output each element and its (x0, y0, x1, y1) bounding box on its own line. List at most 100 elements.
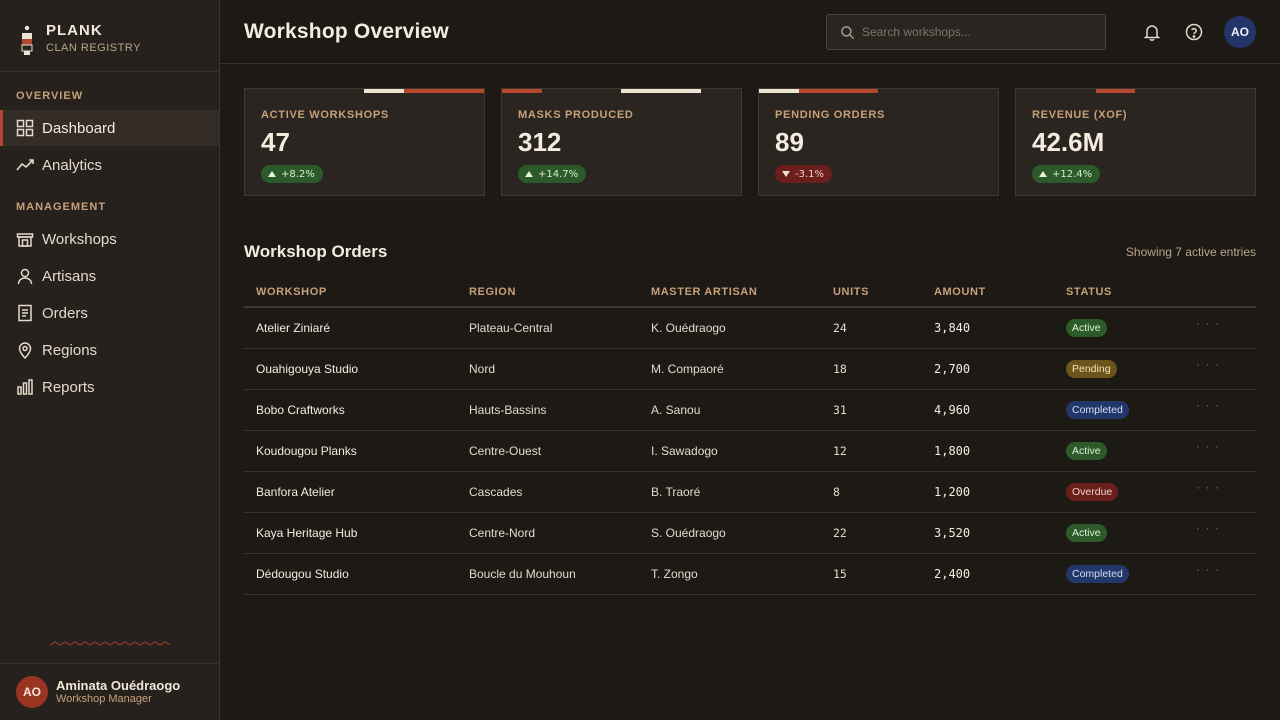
cell-amount: 2,400 (934, 567, 971, 581)
sidebar-item-orders[interactable]: Orders (0, 295, 219, 331)
cell-amount: 4,960 (934, 403, 971, 417)
card-pattern-stripe (759, 89, 998, 93)
workshop-icon (16, 230, 34, 248)
sidebar-item-analytics[interactable]: Analytics (0, 147, 219, 183)
table-body: Atelier Ziniaré Plateau-Central K. Ouédr… (244, 308, 1256, 595)
sidebar-item-dashboard[interactable]: Dashboard (0, 110, 219, 146)
sidebar-item-artisans[interactable]: Artisans (0, 258, 219, 294)
sidebar-item-label: Workshops (42, 230, 117, 248)
row-actions-button[interactable]: · · · (1194, 316, 1222, 338)
cell-units: 12 (833, 444, 847, 458)
cell-amount: 1,200 (934, 485, 971, 499)
stat-change-text: +8.2% (281, 168, 315, 180)
notification-bell-icon[interactable] (1142, 22, 1162, 42)
column-header-amount[interactable]: AMOUNT (934, 286, 986, 298)
sidebar-item-regions[interactable]: Regions (0, 332, 219, 368)
cell-units: 31 (833, 403, 847, 417)
sidebar-item-workshops[interactable]: Workshops (0, 221, 219, 257)
search-input[interactable] (862, 15, 1102, 49)
column-header-artisan[interactable]: MASTER ARTISAN (651, 286, 757, 298)
cell-artisan: B. Traoré (651, 485, 701, 499)
stat-value: 47 (261, 127, 290, 157)
stat-label: ACTIVE WORKSHOPS (261, 109, 389, 121)
table-row[interactable]: Banfora Atelier Cascades B. Traoré 8 1,2… (244, 472, 1256, 513)
mask-logo-icon (21, 25, 33, 55)
nav-section-overview: OVERVIEW (16, 90, 84, 102)
cell-region: Boucle du Mouhoun (469, 567, 576, 581)
row-actions-button[interactable]: · · · (1194, 562, 1222, 584)
stat-change-badge: +14.7% (518, 165, 587, 183)
status-badge: Active (1066, 319, 1107, 337)
user-profile[interactable]: AO Aminata Ouédraogo Workshop Manager (0, 663, 219, 720)
stat-card-revenue: REVENUE (XOF) 42.6M +12.4% (1015, 88, 1256, 196)
stat-change-badge: +8.2% (261, 165, 323, 183)
sidebar-item-label: Artisans (42, 267, 97, 285)
sidebar-item-reports[interactable]: Reports (0, 369, 219, 405)
stat-value: 42.6M (1032, 127, 1105, 157)
cell-amount: 3,840 (934, 321, 971, 335)
cell-units: 15 (833, 567, 847, 581)
sidebar-item-label: Dashboard (42, 119, 116, 137)
orders-entry-count: Showing 7 active entries (1125, 245, 1256, 259)
status-badge: Completed (1066, 565, 1129, 583)
status-badge: Active (1066, 524, 1107, 542)
cell-workshop: Dédougou Studio (256, 567, 349, 581)
sidebar-item-label: Regions (42, 341, 98, 359)
top-header: Workshop Overview AO (220, 0, 1280, 64)
help-icon[interactable] (1184, 22, 1204, 42)
arrow-down-icon (782, 171, 790, 177)
table-row[interactable]: Bobo Craftworks Hauts-Bassins A. Sanou 3… (244, 390, 1256, 431)
table-header: WORKSHOP REGION MASTER ARTISAN UNITS AMO… (244, 272, 1256, 308)
cell-workshop: Kaya Heritage Hub (256, 526, 358, 540)
stat-change-badge: -3.1% (775, 165, 833, 183)
card-pattern-stripe (245, 89, 484, 93)
grid-icon (16, 119, 34, 137)
cell-artisan: I. Sawadogo (651, 444, 718, 458)
header-avatar[interactable]: AO (1224, 16, 1256, 48)
table-row[interactable]: Ouahigouya Studio Nord M. Compaoré 18 2,… (244, 349, 1256, 390)
cell-workshop: Banfora Atelier (256, 485, 335, 499)
avatar: AO (16, 676, 48, 708)
cell-amount: 1,800 (934, 444, 971, 458)
row-actions-button[interactable]: · · · (1194, 521, 1222, 543)
stat-change-text: +12.4% (1052, 168, 1093, 180)
sidebar-item-label: Analytics (42, 156, 103, 174)
table-row[interactable]: Atelier Ziniaré Plateau-Central K. Ouédr… (244, 308, 1256, 349)
sidebar: PLANK CLAN REGISTRY OVERVIEW Dashboard A… (0, 0, 220, 720)
table-row[interactable]: Koudougou Planks Centre-Ouest I. Sawadog… (244, 431, 1256, 472)
cell-artisan: T. Zongo (651, 567, 698, 581)
cell-region: Cascades (469, 485, 523, 499)
row-actions-button[interactable]: · · · (1194, 357, 1222, 379)
column-header-status[interactable]: STATUS (1066, 286, 1112, 298)
cell-units: 18 (833, 362, 847, 376)
row-actions-button[interactable]: · · · (1194, 480, 1222, 502)
status-badge: Overdue (1066, 483, 1119, 501)
table-row[interactable]: Dédougou Studio Boucle du Mouhoun T. Zon… (244, 554, 1256, 595)
row-actions-button[interactable]: · · · (1194, 398, 1222, 420)
search-icon (841, 26, 855, 40)
cell-artisan: M. Compaoré (651, 362, 724, 376)
cell-units: 24 (833, 321, 847, 335)
stat-value: 89 (775, 127, 804, 157)
brand-subtitle: CLAN REGISTRY (46, 42, 141, 54)
cell-region: Plateau-Central (469, 321, 553, 335)
cell-region: Hauts-Bassins (469, 403, 547, 417)
cell-workshop: Koudougou Planks (256, 444, 357, 458)
stat-change-text: -3.1% (795, 168, 825, 180)
column-header-region[interactable]: REGION (469, 286, 516, 298)
cell-artisan: S. Ouédraogo (651, 526, 726, 540)
table-row[interactable]: Kaya Heritage Hub Centre-Nord S. Ouédrao… (244, 513, 1256, 554)
page-title: Workshop Overview (244, 20, 449, 43)
column-header-units[interactable]: UNITS (833, 286, 869, 298)
sidebar-item-label: Reports (42, 378, 95, 396)
trend-line-icon (16, 156, 34, 174)
cell-artisan: K. Ouédraogo (651, 321, 726, 335)
arrow-up-icon (525, 171, 533, 177)
card-pattern-stripe (1016, 89, 1255, 93)
map-pin-icon (16, 341, 34, 359)
stat-label: REVENUE (XOF) (1032, 109, 1128, 121)
row-actions-button[interactable]: · · · (1194, 439, 1222, 461)
cell-workshop: Ouahigouya Studio (256, 362, 359, 376)
column-header-workshop[interactable]: WORKSHOP (256, 286, 327, 298)
card-pattern-stripe (502, 89, 741, 93)
